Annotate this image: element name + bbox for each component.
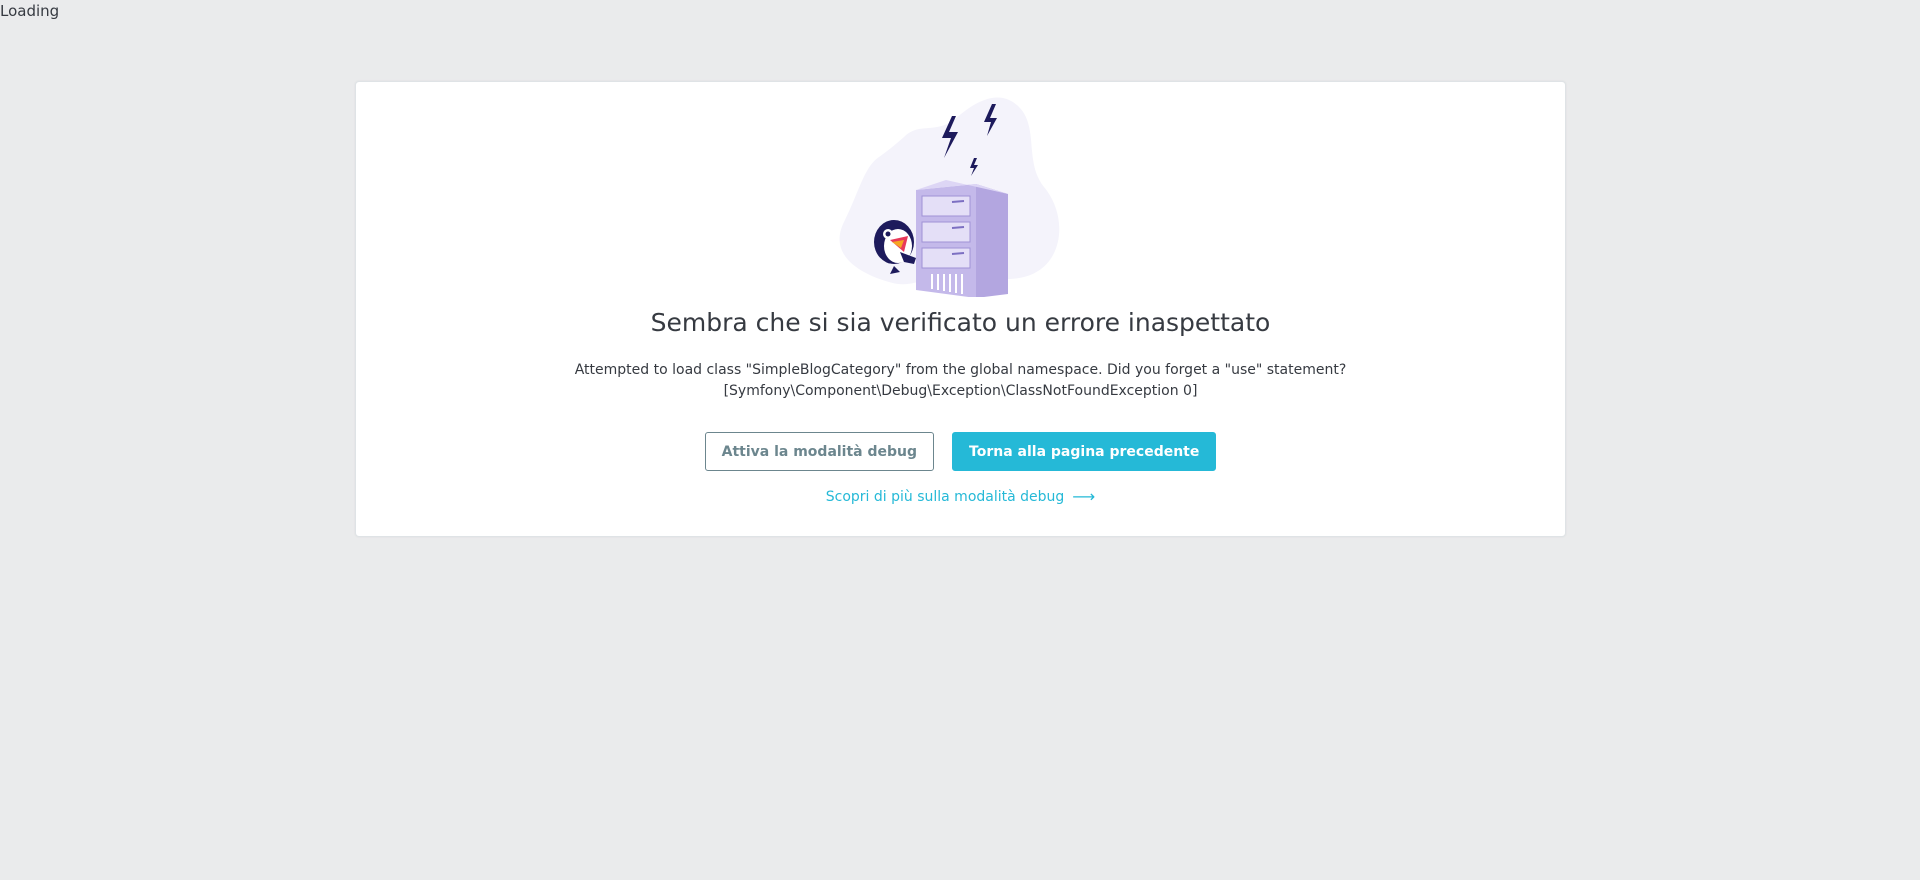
loading-text: Loading [0, 2, 60, 20]
learn-more-label: Scopri di più sulla modalità debug [825, 489, 1065, 505]
action-buttons: Attiva la modalità debug Torna alla pagi… [356, 432, 1565, 471]
learn-more-row: Scopri di più sulla modalità debug ⟶ [356, 487, 1565, 506]
exception-class-line: [Symfony\Component\Debug\Exception\Class… [723, 383, 1198, 399]
error-title: Sembra che si sia verificato un errore i… [650, 308, 1271, 337]
server-side [976, 184, 1008, 297]
server-drawer [921, 221, 971, 243]
go-back-button[interactable]: Torna alla pagina precedente [952, 432, 1217, 471]
enable-debug-button[interactable]: Attiva la modalità debug [704, 432, 935, 471]
error-message-line: Attempted to load class "SimpleBlogCateg… [574, 362, 1347, 378]
error-message: Attempted to load class "SimpleBlogCateg… [356, 360, 1565, 402]
error-card: Sembra che si sia verificato un errore i… [355, 81, 1566, 537]
server-drawer [921, 195, 971, 217]
server-drawer [921, 247, 971, 269]
learn-more-debug-link[interactable]: Scopri di più sulla modalità debug ⟶ [825, 487, 1096, 506]
arrow-right-icon: ⟶ [1072, 487, 1096, 506]
server-error-illustration [839, 97, 1060, 297]
